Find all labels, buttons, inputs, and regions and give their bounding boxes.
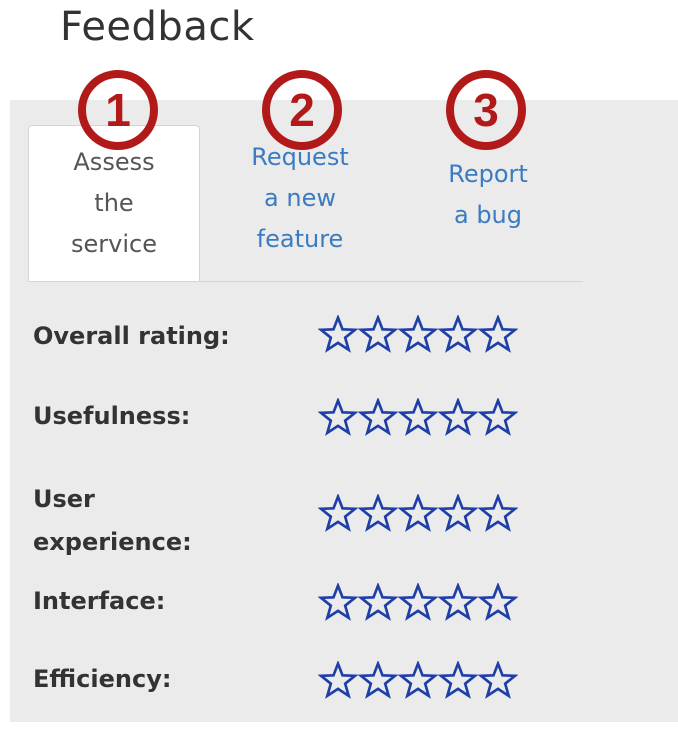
star-outline-icon[interactable] <box>478 494 518 534</box>
rating-label-line: Interface: <box>33 587 166 615</box>
rating-label: Efficiency: <box>33 658 283 701</box>
tab-label-line: a new <box>264 184 336 212</box>
star-outline-icon[interactable] <box>398 583 438 623</box>
tab-label-line: a bug <box>453 201 522 229</box>
rating-label-line: Efficiency: <box>33 665 172 693</box>
star-outline-icon[interactable] <box>318 661 358 701</box>
tab-label-line: the <box>94 189 134 217</box>
annotation-badge-3: 3 <box>446 70 526 150</box>
star-rating[interactable] <box>318 661 518 701</box>
star-outline-icon[interactable] <box>318 494 358 534</box>
star-rating[interactable] <box>318 583 518 623</box>
star-rating[interactable] <box>318 398 518 438</box>
star-outline-icon[interactable] <box>358 583 398 623</box>
star-outline-icon[interactable] <box>398 494 438 534</box>
star-outline-icon[interactable] <box>318 583 358 623</box>
star-outline-icon[interactable] <box>318 315 358 355</box>
tab-label-line: feature <box>256 225 344 253</box>
rating-label-line: Overall rating: <box>33 322 230 350</box>
star-outline-icon[interactable] <box>438 315 478 355</box>
star-outline-icon[interactable] <box>438 661 478 701</box>
tab-label-line: service <box>71 230 157 258</box>
rating-label-line: User <box>33 485 95 513</box>
tab-report-bug[interactable]: Report a bug <box>398 154 578 236</box>
rating-label: User experience: <box>33 478 283 564</box>
star-rating[interactable] <box>318 494 518 534</box>
star-outline-icon[interactable] <box>438 583 478 623</box>
tab-label-line: Report <box>448 160 528 188</box>
star-outline-icon[interactable] <box>358 398 398 438</box>
star-outline-icon[interactable] <box>398 398 438 438</box>
star-outline-icon[interactable] <box>358 661 398 701</box>
annotation-badge-1: 1 <box>78 70 158 150</box>
star-outline-icon[interactable] <box>438 494 478 534</box>
tab-divider <box>28 281 583 282</box>
star-outline-icon[interactable] <box>438 398 478 438</box>
rating-label: Interface: <box>33 580 283 623</box>
rating-label: Overall rating: <box>33 315 283 358</box>
star-outline-icon[interactable] <box>358 494 398 534</box>
star-outline-icon[interactable] <box>398 315 438 355</box>
star-outline-icon[interactable] <box>478 661 518 701</box>
star-rating[interactable] <box>318 315 518 355</box>
star-outline-icon[interactable] <box>478 315 518 355</box>
star-outline-icon[interactable] <box>318 398 358 438</box>
star-outline-icon[interactable] <box>478 398 518 438</box>
annotation-badge-2: 2 <box>262 70 342 150</box>
star-outline-icon[interactable] <box>478 583 518 623</box>
rating-label-line: Usefulness: <box>33 402 191 430</box>
star-outline-icon[interactable] <box>398 661 438 701</box>
page-title: Feedback <box>60 4 255 50</box>
star-outline-icon[interactable] <box>358 315 398 355</box>
tab-request-feature[interactable]: Request a new feature <box>215 137 385 260</box>
rating-label: Usefulness: <box>33 395 283 438</box>
rating-label-line: experience: <box>33 528 192 556</box>
